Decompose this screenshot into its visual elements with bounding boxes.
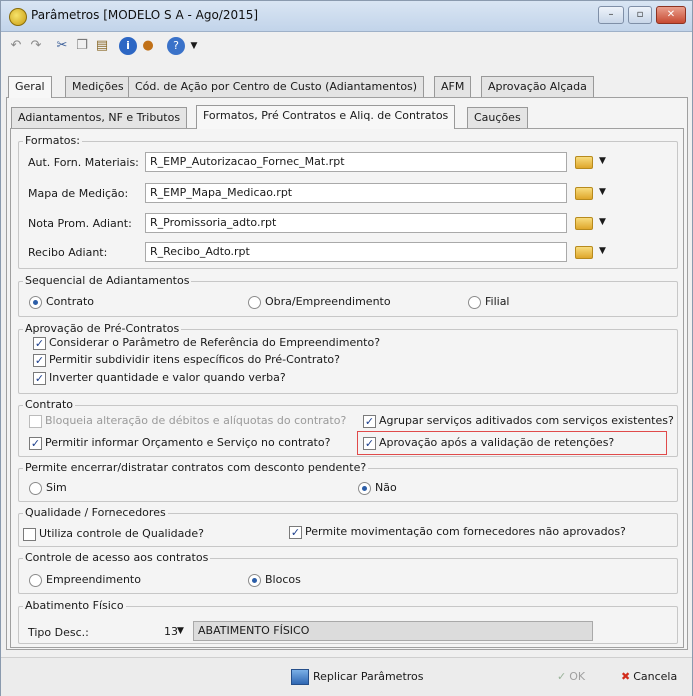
ok-button[interactable]: ✓ OK <box>557 667 585 687</box>
chk-permitir-orcamento-label: Permitir informar Orçamento e Serviço no… <box>45 436 331 449</box>
chk-considerar-label: Considerar o Parâmetro de Referência do … <box>49 336 381 349</box>
chk-qualidade[interactable] <box>23 528 36 541</box>
tipo-desc-description: ABATIMENTO FÍSICO <box>193 621 593 641</box>
formatos-title: Formatos: <box>23 134 82 147</box>
undo-icon[interactable]: ↶ <box>7 37 25 55</box>
radio-sim[interactable] <box>29 482 42 495</box>
mapa-medicao-input[interactable]: R_EMP_Mapa_Medicao.rpt <box>145 183 567 203</box>
recibo-adiant-label: Recibo Adiant: <box>28 246 108 259</box>
radio-obra[interactable] <box>248 296 261 309</box>
cancel-label: Cancela <box>633 670 678 683</box>
chk-subdividir-label: Permitir subdividir itens específicos do… <box>49 353 340 366</box>
info-icon[interactable]: i <box>119 37 137 55</box>
close-button[interactable]: ✕ <box>656 6 686 24</box>
encerrar-title: Permite encerrar/distratar contratos com… <box>23 461 369 474</box>
radio-nao[interactable] <box>358 482 371 495</box>
radio-nao-label: Não <box>375 481 397 494</box>
paste-icon[interactable]: ▤ <box>93 37 111 55</box>
radio-empreendimento[interactable] <box>29 574 42 587</box>
folder-icon[interactable] <box>575 156 593 169</box>
user-icon[interactable]: ● <box>139 37 157 55</box>
chk-agrupar-label: Agrupar serviços aditivados com serviços… <box>379 414 674 427</box>
chk-inverter[interactable]: ✓ <box>33 372 46 385</box>
nota-prom-label: Nota Prom. Adiant: <box>28 217 132 230</box>
folder-icon[interactable] <box>575 217 593 230</box>
chk-considerar[interactable]: ✓ <box>33 337 46 350</box>
chk-inverter-label: Inverter quantidade e valor quando verba… <box>49 371 286 384</box>
radio-filial[interactable] <box>468 296 481 309</box>
chk-bloqueia[interactable] <box>29 415 42 428</box>
window-title: Parâmetros [MODELO S A - Ago/2015] <box>31 8 259 22</box>
tab-geral[interactable]: Geral <box>8 76 52 98</box>
chevron-down-icon[interactable]: ▼ <box>599 187 606 197</box>
cut-icon[interactable]: ✂ <box>53 37 71 55</box>
radio-contrato-label: Contrato <box>46 295 95 308</box>
sequencial-title: Sequencial de Adiantamentos <box>23 274 192 287</box>
abatimento-title: Abatimento Físico <box>23 599 126 612</box>
chk-subdividir[interactable]: ✓ <box>33 354 46 367</box>
radio-filial-label: Filial <box>485 295 510 308</box>
radio-sim-label: Sim <box>46 481 67 494</box>
chk-aprovacao-retencoes[interactable]: ✓ <box>363 437 376 450</box>
tab-afm[interactable]: AFM <box>434 76 472 98</box>
mapa-medicao-label: Mapa de Medição: <box>28 187 129 200</box>
aut-forn-label: Aut. Forn. Materiais: <box>28 156 139 169</box>
aprovacao-pre-title: Aprovação de Pré-Contratos <box>23 322 182 335</box>
chevron-down-icon[interactable]: ▼ <box>177 626 184 636</box>
tab-formatos[interactable]: Formatos, Pré Contratos e Aliq. de Contr… <box>196 105 456 129</box>
tab-aprovacao-alcada[interactable]: Aprovação Alçada <box>481 76 594 98</box>
minimize-button[interactable]: – <box>598 6 624 24</box>
title-bar: Parâmetros [MODELO S A - Ago/2015] – ▫ ✕ <box>1 1 692 32</box>
parameters-window: Parâmetros [MODELO S A - Ago/2015] – ▫ ✕… <box>0 0 693 696</box>
nota-prom-input[interactable]: R_Promissoria_adto.rpt <box>145 213 567 233</box>
tipo-desc-label: Tipo Desc.: <box>28 626 89 639</box>
chk-bloqueia-label: Bloqueia alteração de débitos e alíquota… <box>45 414 347 427</box>
help-dropdown-icon[interactable]: ▼ <box>185 37 203 55</box>
folder-icon[interactable] <box>575 187 593 200</box>
replicar-button[interactable]: Replicar Parâmetros <box>291 667 424 687</box>
app-icon <box>9 8 27 26</box>
chevron-down-icon[interactable]: ▼ <box>599 217 606 227</box>
radio-obra-label: Obra/Empreendimento <box>265 295 391 308</box>
tab-adiantamentos[interactable]: Adiantamentos, NF e Tributos <box>11 107 188 129</box>
cancel-button[interactable]: ✖ Cancela <box>621 667 677 687</box>
tab-medicoes[interactable]: Medições <box>65 76 131 98</box>
toolbar: ↶ ↷ ✂ ❐ ▤ i ● ? ▼ <box>1 32 692 60</box>
chevron-down-icon[interactable]: ▼ <box>599 246 606 256</box>
maximize-button[interactable]: ▫ <box>628 6 652 24</box>
chevron-down-icon[interactable]: ▼ <box>599 156 606 166</box>
radio-blocos[interactable] <box>248 574 261 587</box>
contrato-title: Contrato <box>23 398 76 411</box>
chk-fornecedores-label: Permite movimentação com fornecedores nã… <box>305 525 626 538</box>
replicar-label: Replicar Parâmetros <box>313 670 424 683</box>
tipo-desc-code[interactable]: 13 <box>164 625 178 638</box>
qualidade-title: Qualidade / Fornecedores <box>23 506 168 519</box>
chk-agrupar[interactable]: ✓ <box>363 415 376 428</box>
chk-permitir-orcamento[interactable]: ✓ <box>29 437 42 450</box>
folder-icon[interactable] <box>575 246 593 259</box>
copy-icon[interactable]: ❐ <box>73 37 91 55</box>
tab-cod-acao[interactable]: Cód. de Ação por Centro de Custo (Adiant… <box>128 76 425 98</box>
ok-label: OK <box>569 670 586 683</box>
footer-bar: Replicar Parâmetros ✓ OK ✖ Cancela <box>1 657 692 696</box>
chk-qualidade-label: Utiliza controle de Qualidade? <box>39 527 204 540</box>
recibo-adiant-input[interactable]: R_Recibo_Adto.rpt <box>145 242 567 262</box>
replicate-icon <box>291 669 309 685</box>
cancel-x-icon: ✖ <box>621 670 631 683</box>
aut-forn-input[interactable]: R_EMP_Autorizacao_Fornec_Mat.rpt <box>145 152 567 172</box>
tab-caucoes[interactable]: Cauções <box>467 107 528 129</box>
radio-blocos-label: Blocos <box>265 573 301 586</box>
acesso-title: Controle de acesso aos contratos <box>23 551 211 564</box>
radio-contrato[interactable] <box>29 296 42 309</box>
chk-aprovacao-retencoes-label: Aprovação após a validação de retenções? <box>379 436 615 449</box>
check-icon: ✓ <box>557 670 567 683</box>
redo-icon[interactable]: ↷ <box>27 37 45 55</box>
help-icon[interactable]: ? <box>167 37 185 55</box>
radio-empreendimento-label: Empreendimento <box>46 573 141 586</box>
chk-fornecedores[interactable]: ✓ <box>289 526 302 539</box>
